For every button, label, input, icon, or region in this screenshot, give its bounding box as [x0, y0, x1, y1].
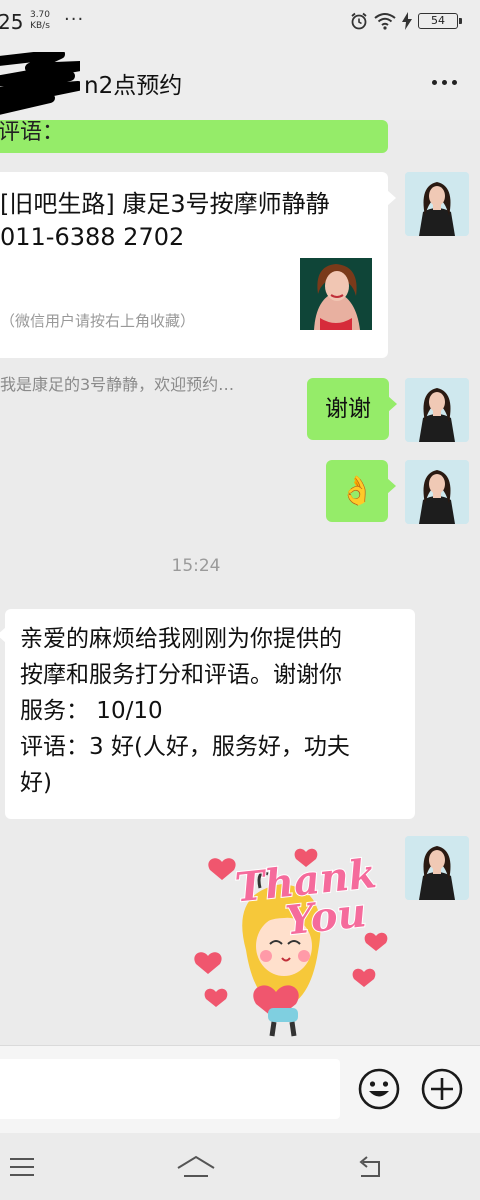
status-icons: 54 [344, 10, 462, 32]
network-speed-value: 3.70 [29, 10, 51, 20]
message-line: 评语：3 好(人好，服务好，功夫 [20, 734, 350, 760]
notification-dots: ··· [64, 9, 85, 30]
menu-icon [10, 1158, 34, 1176]
message-bubble-thanks[interactable]: 谢谢 [307, 378, 397, 440]
more-dots-icon [431, 79, 437, 85]
charging-icon [402, 12, 412, 30]
alarm-icon [351, 12, 367, 30]
smiley-icon [358, 1068, 400, 1110]
more-dot [441, 79, 447, 85]
bubble-tail [388, 396, 397, 412]
message-line: 按摩和服务打分和评语。谢谢你 [20, 662, 342, 688]
message-text: 亲爱的麻烦给我刚刚为你提供的 按摩和服务打分和评语。谢谢你 服务： 10/10 … [20, 621, 410, 801]
system-nav-bar [0, 1133, 480, 1200]
battery-level: 54 [431, 14, 445, 27]
message-line: 服务： 10/10 [20, 698, 163, 724]
home-icon [177, 1155, 215, 1177]
network-speed: 3.70 KB/s [27, 10, 53, 32]
message-bubble-emoji[interactable]: 👌 [326, 460, 396, 522]
message-bubble-received[interactable]: 亲爱的麻烦给我刚刚为你提供的 按摩和服务打分和评语。谢谢你 服务： 10/10 … [0, 609, 415, 819]
home-button[interactable] [166, 1147, 226, 1187]
avatar[interactable] [405, 378, 469, 442]
link-card-message[interactable]: [旧吧生路] 康足3号按摩师静静011-6388 2702 （微信用户请按右上角… [0, 172, 396, 394]
chat-title: n2点预约 [84, 73, 183, 99]
message-line: 好) [20, 770, 52, 796]
message-input[interactable] [0, 1059, 340, 1119]
avatar[interactable] [405, 460, 469, 524]
plus-circle-icon [421, 1068, 463, 1110]
bubble-tail [387, 190, 396, 206]
network-speed-unit: KB/s [30, 21, 50, 31]
message-line: 亲爱的麻烦给我刚刚为你提供的 [20, 626, 342, 652]
battery-icon: 54 [418, 13, 462, 29]
chat-header: n2点预约 [0, 44, 480, 120]
emoji-button[interactable] [357, 1067, 401, 1111]
thank-you-sticker[interactable]: Thank You [190, 832, 390, 1037]
status-time: 25 [0, 10, 24, 34]
card-title: [旧吧生路] 康足3号按摩师静静011-6388 2702 [0, 190, 330, 251]
sticker-text-you: You [283, 889, 368, 944]
avatar[interactable] [405, 836, 469, 900]
bubble-tail [387, 478, 396, 494]
status-bar: 25 3.70 KB/s ··· 54 [0, 0, 480, 44]
card-description: 我是康足的3号静静，欢迎预约… [0, 375, 235, 394]
back-icon [359, 1156, 380, 1177]
chat-messages[interactable]: 评语： [旧吧生路] 康足3号按摩师静静011-6388 2702 （微信用户请… [0, 120, 480, 1045]
bubble-tail [0, 627, 6, 643]
more-actions-button[interactable] [420, 1067, 464, 1111]
back-button[interactable] [340, 1147, 400, 1187]
avatar[interactable] [405, 172, 469, 236]
message-timestamp: 15:24 [171, 556, 221, 576]
ok-hand-icon: 👌 [339, 474, 375, 507]
message-input-bar [0, 1045, 480, 1133]
wifi-icon [374, 13, 396, 30]
message-text: 谢谢 [325, 396, 371, 422]
redaction-scribble [0, 52, 80, 115]
more-options-button[interactable] [422, 62, 466, 102]
card-thumbnail [300, 258, 372, 330]
message-bubble-partial[interactable]: 评语： [0, 120, 388, 153]
message-text: 评语： [0, 120, 65, 145]
card-note: （微信用户请按右上角收藏） [0, 312, 196, 330]
menu-button[interactable] [0, 1147, 52, 1187]
more-dot [451, 79, 457, 85]
